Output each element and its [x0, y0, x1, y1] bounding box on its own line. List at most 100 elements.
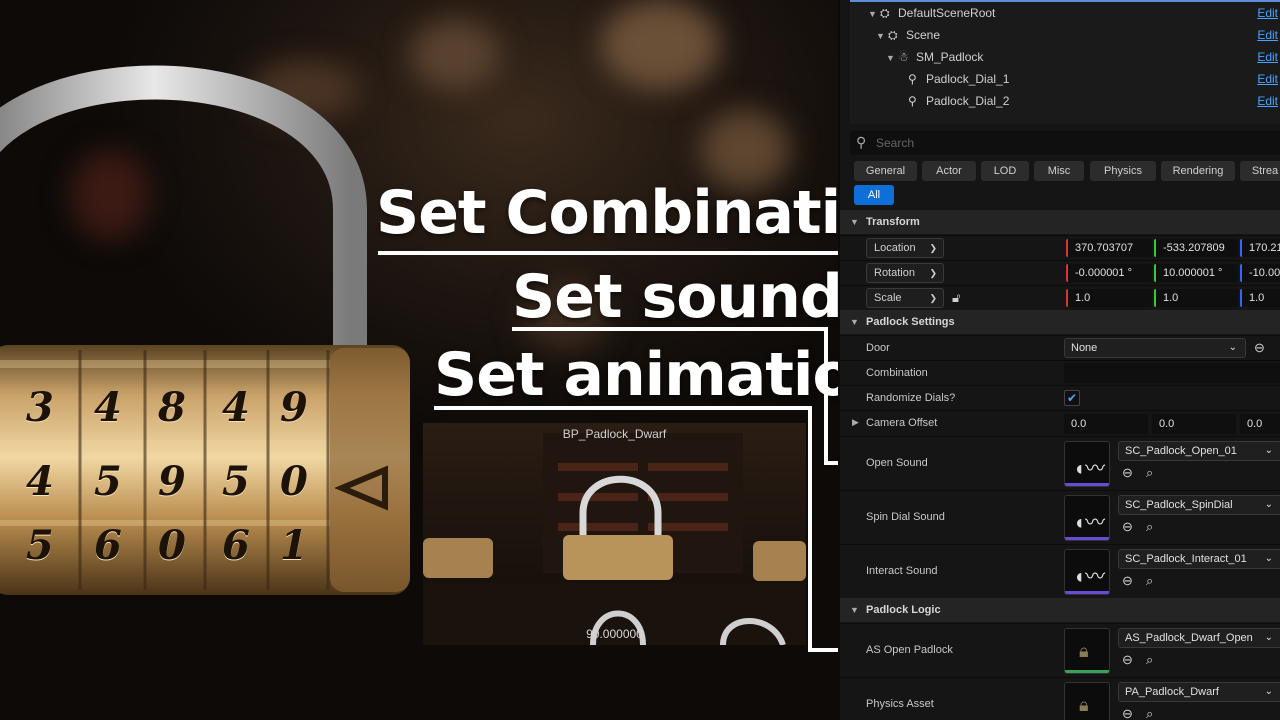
outliner-row-sm-padlock[interactable]: ▼ ☃ SM_Padlock Edit — [850, 46, 1280, 68]
collapse-arrow-icon: ▼ — [850, 605, 859, 615]
browse-icon[interactable]: ⌕ — [1146, 465, 1153, 481]
collapse-arrow-icon[interactable]: ▼ — [886, 47, 898, 69]
expand-arrow-icon[interactable]: ▶ — [852, 417, 859, 428]
chevron-down-icon: ⌄ — [1264, 553, 1273, 564]
browse-icon[interactable]: ⊖ — [1254, 340, 1265, 356]
skeletal-mesh-icon: ☃ — [898, 50, 909, 64]
use-selected-icon[interactable]: ⊖ — [1122, 652, 1133, 668]
chevron-down-icon: ❯ — [929, 243, 937, 253]
open-anim-dropdown[interactable]: AS_Padlock_Dwarf_Open ⌄ — [1118, 628, 1280, 648]
location-y[interactable]: -533.207809 — [1154, 239, 1238, 257]
dial-digit: 0 — [280, 458, 308, 505]
spin-sound-label: Spin Dial Sound — [866, 511, 945, 523]
waveform-icon: ◖〰 — [1073, 512, 1106, 534]
browse-icon[interactable]: ⌕ — [1146, 652, 1153, 668]
camera-offset-z[interactable]: 0.0 — [1240, 414, 1280, 434]
bone-icon: ⚲ — [908, 72, 917, 86]
outliner-row-scene[interactable]: ▼ ⛭ Scene Edit — [850, 24, 1280, 46]
edit-link[interactable]: Edit — [1257, 68, 1278, 90]
section-transform[interactable]: ▼ Transform — [840, 210, 1280, 234]
edit-link[interactable]: Edit — [1257, 46, 1278, 68]
scene-icon: ⛭ — [888, 28, 898, 42]
interact-sound-dropdown[interactable]: SC_Padlock_Interact_01 ⌄ — [1118, 549, 1280, 569]
rotation-z[interactable]: -10.000 — [1240, 264, 1280, 282]
tab-actor[interactable]: Actor — [922, 161, 976, 181]
outliner-row-padlock-dial-1[interactable]: ⚲ Padlock_Dial_1 Edit — [850, 68, 1280, 90]
lock-icon[interactable]: 🔓︎ — [952, 290, 960, 306]
door-dropdown[interactable]: None ⌄ — [1064, 338, 1246, 358]
sound-cue-thumbnail[interactable]: ◖〰 — [1064, 549, 1110, 595]
connector-line — [434, 406, 812, 410]
asset-type-bar — [1065, 591, 1109, 594]
collapse-arrow-icon[interactable]: ▼ — [868, 3, 880, 25]
scale-y[interactable]: 1.0 — [1154, 289, 1238, 307]
location-x[interactable]: 370.703707 — [1066, 239, 1152, 257]
dial-digit: 5 — [26, 522, 54, 569]
use-selected-icon[interactable]: ⊖ — [1122, 573, 1133, 589]
use-selected-icon[interactable]: ⊖ — [1122, 519, 1133, 535]
connector-line — [808, 648, 838, 652]
chevron-down-icon: ⌄ — [1264, 686, 1273, 697]
blueprint-viewport[interactable]: BP_Padlock_Dwarf 90.000000 — [423, 423, 806, 645]
section-padlock-logic[interactable]: ▼ Padlock Logic — [840, 598, 1280, 622]
tab-misc[interactable]: Misc — [1034, 161, 1084, 181]
outliner-row-padlock-dial-2[interactable]: ⚲ Padlock_Dial_2 Edit — [850, 90, 1280, 112]
outliner-row-defaultsceneroot[interactable]: ▼ ⛭ DefaultSceneRoot Edit — [850, 2, 1280, 24]
browse-icon[interactable]: ⌕ — [1146, 573, 1153, 589]
callout-set-animation: Set animation — [434, 340, 838, 410]
property-rotation: Rotation ❯ -0.000001 ° 10.000001 ° -10.00… — [840, 260, 1280, 285]
connector-line — [824, 327, 828, 465]
sound-cue-thumbnail[interactable]: ◖〰 — [1064, 495, 1110, 541]
background-photo: 348494595056061 Set Combination Set soun… — [0, 0, 838, 720]
tab-all[interactable]: All — [854, 185, 894, 205]
edit-link[interactable]: Edit — [1257, 24, 1278, 46]
location-dropdown[interactable]: Location ❯ — [866, 238, 944, 258]
collapse-arrow-icon[interactable]: ▼ — [876, 25, 888, 47]
camera-offset-x[interactable]: 0.0 — [1064, 414, 1148, 434]
open-sound-dropdown[interactable]: SC_Padlock_Open_01 ⌄ — [1118, 441, 1280, 461]
dial-digit: 0 — [158, 522, 186, 569]
dial-digit: 5 — [222, 458, 250, 505]
tab-streaming[interactable]: Strea — [1240, 161, 1280, 181]
anim-sequence-thumbnail[interactable]: 🔒︎ — [1064, 628, 1110, 674]
search-input[interactable]: ⚲ Search — [850, 131, 1280, 155]
browse-icon[interactable]: ⌕ — [1146, 519, 1153, 535]
rotation-dropdown[interactable]: Rotation ❯ — [866, 263, 944, 283]
spin-sound-dropdown[interactable]: SC_Padlock_SpinDial ⌄ — [1118, 495, 1280, 515]
connector-line — [512, 327, 828, 331]
search-icon: ⚲ — [856, 134, 867, 150]
use-selected-icon[interactable]: ⊖ — [1122, 465, 1133, 481]
tab-lod[interactable]: LOD — [981, 161, 1029, 181]
rotation-x[interactable]: -0.000001 ° — [1066, 264, 1152, 282]
open-anim-label: AS Open Padlock — [866, 644, 953, 656]
viewport-readout: 90.000000 — [586, 627, 643, 641]
physics-asset-thumbnail[interactable]: 🔒︎ — [1064, 682, 1110, 720]
scale-dropdown[interactable]: Scale ❯ — [866, 288, 944, 308]
scale-x[interactable]: 1.0 — [1066, 289, 1152, 307]
rotation-y[interactable]: 10.000001 ° — [1154, 264, 1238, 282]
property-location: Location❯ 370.703707 -533.207809 170.213 — [840, 235, 1280, 260]
edit-link[interactable]: Edit — [1257, 2, 1278, 24]
tab-general[interactable]: General — [854, 161, 917, 181]
combination-input[interactable] — [1064, 363, 1280, 383]
randomize-checkbox[interactable]: ✔ — [1064, 390, 1080, 406]
dial-digit: 9 — [158, 458, 186, 505]
property-camera-offset: ▶ Camera Offset 0.0 0.0 0.0 — [840, 410, 1280, 436]
location-z[interactable]: 170.213 — [1240, 239, 1280, 257]
scale-z[interactable]: 1.0 — [1240, 289, 1280, 307]
physics-asset-dropdown[interactable]: PA_Padlock_Dwarf ⌄ — [1118, 682, 1280, 702]
outliner-label: Padlock_Dial_1 — [926, 72, 1010, 86]
sound-cue-thumbnail[interactable]: ◖〰 — [1064, 441, 1110, 487]
callout-set-combination: Set Combination — [376, 178, 838, 248]
tab-rendering[interactable]: Rendering — [1161, 161, 1235, 181]
edit-link[interactable]: Edit — [1257, 90, 1278, 112]
padlock-preview-icon: 🔒︎ — [1079, 695, 1089, 715]
asset-type-bar — [1065, 483, 1109, 486]
property-combination: Combination — [840, 360, 1280, 385]
browse-icon[interactable]: ⌕ — [1146, 706, 1153, 720]
tab-physics[interactable]: Physics — [1090, 161, 1156, 181]
asset-type-bar — [1065, 537, 1109, 540]
use-selected-icon[interactable]: ⊖ — [1122, 706, 1133, 720]
camera-offset-y[interactable]: 0.0 — [1152, 414, 1236, 434]
section-padlock-settings[interactable]: ▼ Padlock Settings — [840, 310, 1280, 334]
